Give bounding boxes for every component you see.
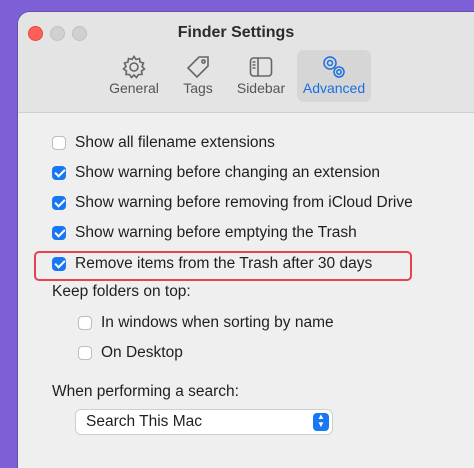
tab-sidebar[interactable]: Sidebar <box>233 50 289 102</box>
option-label: Show warning before removing from iCloud… <box>75 194 413 211</box>
checkbox-warn-empty-trash[interactable] <box>52 226 66 240</box>
tab-advanced[interactable]: Advanced <box>297 50 371 102</box>
window-title: Finder Settings <box>177 24 295 41</box>
option-label: On Desktop <box>101 344 183 361</box>
sidebar-icon <box>249 57 273 77</box>
tab-advanced-label: Advanced <box>302 80 366 96</box>
option-label: In windows when sorting by name <box>101 314 334 331</box>
chevron-up-down-icon: ▲ ▼ <box>313 413 329 431</box>
checkbox-warn-change-extension[interactable] <box>52 166 66 180</box>
option-warn-icloud[interactable]: Show warning before removing from iCloud… <box>52 193 413 213</box>
option-folders-desktop[interactable]: On Desktop <box>78 343 183 363</box>
search-heading: When performing a search: <box>52 383 239 400</box>
tab-sidebar-label: Sidebar <box>236 80 286 96</box>
settings-content: Show all filename extensions Show warnin… <box>18 113 474 468</box>
option-label: Remove items from the Trash after 30 day… <box>75 255 373 272</box>
gears-icon <box>323 56 345 78</box>
option-label: Show all filename extensions <box>75 134 275 151</box>
checkbox-remove-trash-30-days[interactable] <box>52 257 66 271</box>
option-warn-empty-trash[interactable]: Show warning before emptying the Trash <box>52 223 357 243</box>
checkbox-folders-desktop[interactable] <box>78 346 92 360</box>
finder-settings-window: Finder Settings General Tags Sidebar Adv… <box>18 12 474 468</box>
option-remove-trash-30-days[interactable]: Remove items from the Trash after 30 day… <box>52 254 372 274</box>
checkbox-show-extensions[interactable] <box>52 136 66 150</box>
search-scope-select[interactable]: Search This Mac ▲ ▼ <box>76 410 332 434</box>
keep-folders-heading: Keep folders on top: <box>52 283 191 300</box>
option-show-extensions[interactable]: Show all filename extensions <box>52 133 275 153</box>
tab-general-label: General <box>109 80 159 96</box>
option-warn-change-extension[interactable]: Show warning before changing an extensio… <box>52 163 380 183</box>
gear-icon <box>122 55 146 79</box>
tab-tags[interactable]: Tags <box>176 50 220 102</box>
titlebar: Finder Settings General Tags Sidebar Adv… <box>18 12 474 113</box>
option-label: Show warning before changing an extensio… <box>75 164 381 181</box>
checkbox-folders-windows[interactable] <box>78 316 92 330</box>
option-label: Show warning before emptying the Trash <box>75 224 357 241</box>
tab-tags-label: Tags <box>183 80 213 96</box>
tag-icon <box>186 56 209 79</box>
checkbox-warn-icloud[interactable] <box>52 196 66 210</box>
tab-general[interactable]: General <box>106 50 162 102</box>
search-scope-value: Search This Mac <box>86 413 203 430</box>
option-folders-windows[interactable]: In windows when sorting by name <box>78 313 334 333</box>
